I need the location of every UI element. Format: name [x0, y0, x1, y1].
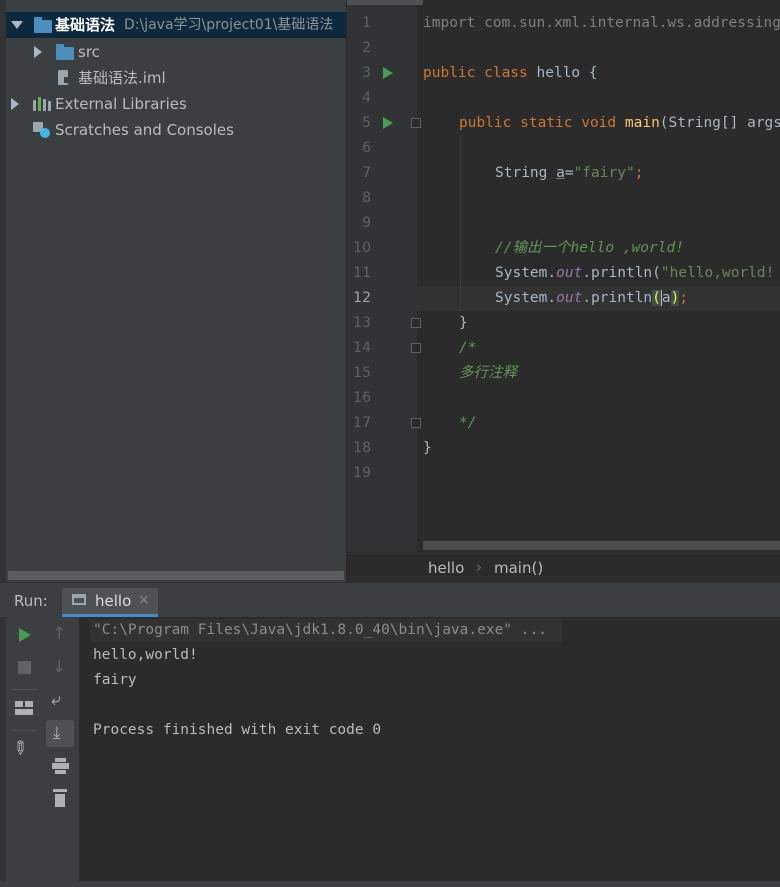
tree-item-label: 基础语法.iml — [78, 69, 166, 87]
code-line-14: /* — [459, 340, 477, 356]
fold-marker-icon[interactable] — [411, 343, 421, 353]
run-class-icon[interactable] — [383, 67, 393, 79]
down-arrow-icon[interactable]: ↓ — [52, 657, 66, 677]
chevron-right-icon[interactable] — [11, 98, 19, 110]
line-number: 1 — [362, 15, 371, 31]
chevron-down-icon[interactable] — [11, 21, 23, 29]
project-root-path: D:\java学习\project01\基础语法 — [124, 17, 334, 33]
print-icon[interactable] — [52, 758, 69, 774]
status-bar — [0, 881, 780, 887]
line-number: 14 — [353, 340, 371, 356]
breadcrumb-class[interactable]: hello — [428, 559, 464, 577]
project-panel — [0, 0, 346, 582]
fold-marker-icon[interactable] — [411, 418, 421, 428]
run-tab-hello[interactable]: hello × — [62, 588, 158, 617]
scratches-icon — [33, 122, 51, 138]
soft-wrap-icon[interactable]: ⤶ — [51, 690, 61, 710]
folder-icon — [56, 44, 74, 60]
code-line-5: public static void main(String[] args — [459, 115, 780, 131]
tree-item-label: Scratches and Consoles — [55, 121, 234, 139]
code-line-3: public class hello { — [423, 65, 598, 81]
run-main-icon[interactable] — [383, 117, 393, 129]
console-line: fairy — [93, 672, 137, 688]
line-number: 6 — [362, 140, 371, 156]
layout-icon[interactable] — [15, 701, 33, 716]
breadcrumb: hello › main() — [347, 553, 780, 583]
line-number: 4 — [362, 90, 371, 106]
console-line: hello,world! — [93, 647, 198, 663]
code-line-17: */ — [459, 415, 477, 431]
project-horizontal-scrollbar[interactable] — [8, 571, 344, 580]
console-line: "C:\Program Files\Java\jdk1.8.0_40\bin\j… — [93, 622, 547, 638]
line-number: 2 — [362, 40, 371, 56]
line-number: 17 — [353, 415, 371, 431]
line-number: 8 — [362, 190, 371, 206]
run-panel-header: Run: hello × — [0, 588, 780, 617]
line-number: 10 — [353, 240, 371, 256]
close-icon[interactable]: × — [138, 592, 150, 608]
console-line: Process finished with exit code 0 — [93, 722, 382, 738]
chevron-right-icon[interactable] — [34, 46, 42, 58]
line-number: 16 — [353, 390, 371, 406]
line-number: 15 — [353, 365, 371, 381]
breadcrumb-method[interactable]: main() — [494, 559, 543, 577]
line-number: 19 — [353, 465, 371, 481]
left-tool-stripe — [0, 0, 6, 582]
editor-horizontal-scrollbar[interactable] — [423, 541, 780, 550]
trash-icon[interactable] — [53, 789, 67, 807]
tree-item-label: src — [78, 43, 100, 61]
editor-tab-stub[interactable] — [347, 0, 423, 5]
line-number: 12 — [353, 290, 371, 306]
code-line-13: } — [459, 315, 468, 331]
line-number: 9 — [362, 215, 371, 231]
console-icon — [72, 594, 86, 605]
code-line-10: //输出一个hello ,world! — [495, 240, 684, 256]
run-tab-label: hello — [95, 592, 132, 610]
code-line-18: } — [423, 440, 432, 456]
run-label: Run: — [14, 592, 48, 610]
project-root-label: 基础语法 — [55, 16, 116, 34]
line-number: 11 — [353, 265, 371, 281]
fold-marker-icon[interactable] — [411, 318, 421, 328]
code-line-1: import com.sun.xml.internal.ws.addressin… — [423, 15, 780, 31]
code-line-12: System.out.println(a); — [495, 290, 689, 306]
code-line-11: System.out.println("hello,world! — [495, 265, 775, 281]
libraries-icon — [33, 97, 51, 111]
project-folder-icon — [34, 17, 52, 33]
scroll-to-end-icon[interactable]: ⤓ — [46, 720, 74, 747]
line-number: 5 — [362, 115, 371, 131]
breadcrumb-separator: › — [476, 558, 482, 576]
tree-item-label: External Libraries — [55, 95, 187, 113]
up-arrow-icon[interactable]: ↑ — [52, 624, 66, 644]
line-number: 13 — [353, 315, 371, 331]
stop-icon[interactable] — [18, 661, 31, 674]
code-line-7: String a="fairy"; — [495, 165, 644, 181]
line-number: 7 — [362, 165, 371, 181]
code-line-15: 多行注释 — [459, 365, 517, 381]
tree-item-project-root[interactable]: 基础语法 D:\java学习\project01\基础语法 — [6, 12, 346, 38]
rerun-icon[interactable] — [19, 628, 31, 642]
fold-marker-icon[interactable] — [411, 118, 421, 128]
line-number: 18 — [353, 440, 371, 456]
line-number: 3 — [362, 65, 371, 81]
